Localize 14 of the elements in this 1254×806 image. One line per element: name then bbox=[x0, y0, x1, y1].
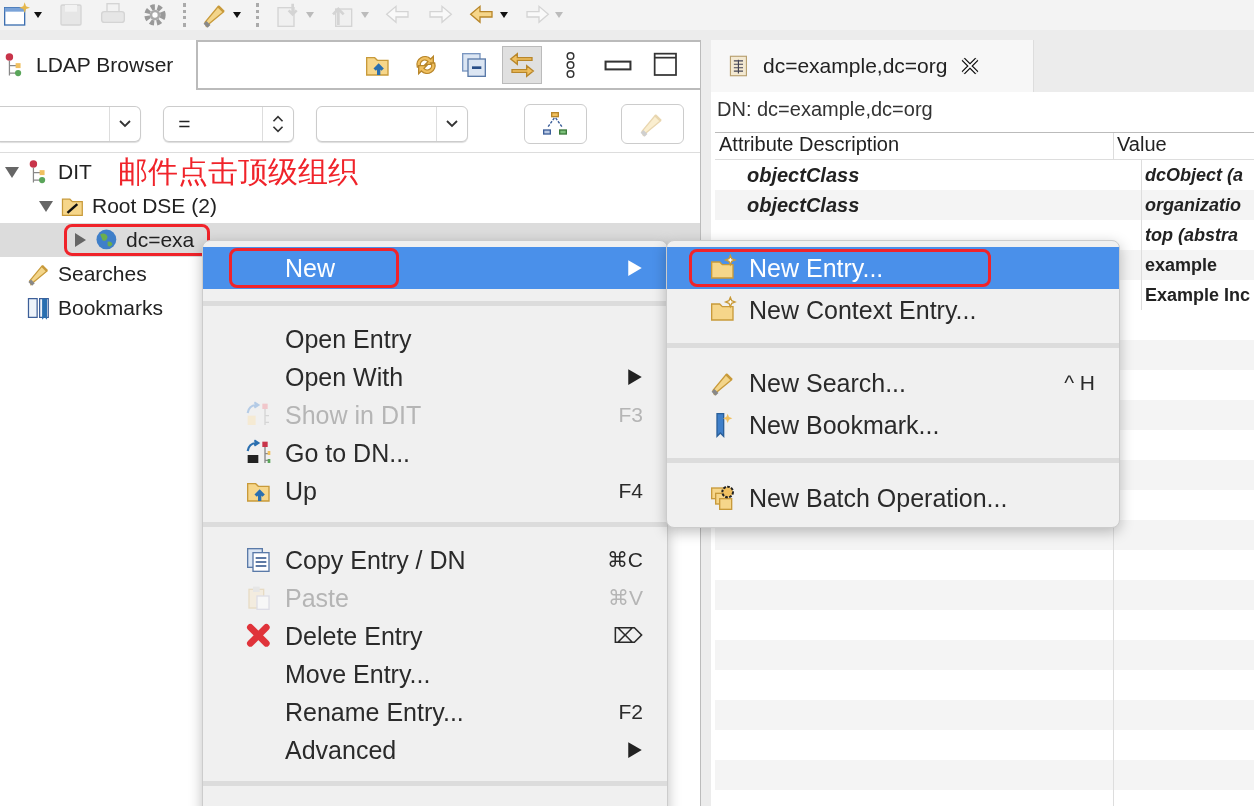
tree-label: DIT bbox=[58, 160, 92, 184]
table-cell: dcObject (a bbox=[1145, 164, 1244, 186]
table-cell: objectClass bbox=[747, 193, 860, 217]
tree-label: Searches bbox=[58, 262, 147, 286]
table-cell: organizatio bbox=[1145, 194, 1241, 216]
tree-label: Bookmarks bbox=[58, 296, 164, 320]
table-cell: objectClass bbox=[747, 163, 860, 187]
table-cell: top (abstra bbox=[1145, 224, 1238, 246]
annotation-note: 邮件点击顶级组织 bbox=[118, 155, 358, 189]
table-cell: Example Inc bbox=[1145, 284, 1251, 306]
dn-label: DN: dc=example,dc=org bbox=[716, 96, 934, 122]
tree-label: dc=exa bbox=[126, 228, 195, 252]
table-cell: example bbox=[1145, 254, 1218, 276]
tree-label: Root DSE (2) bbox=[92, 194, 217, 218]
